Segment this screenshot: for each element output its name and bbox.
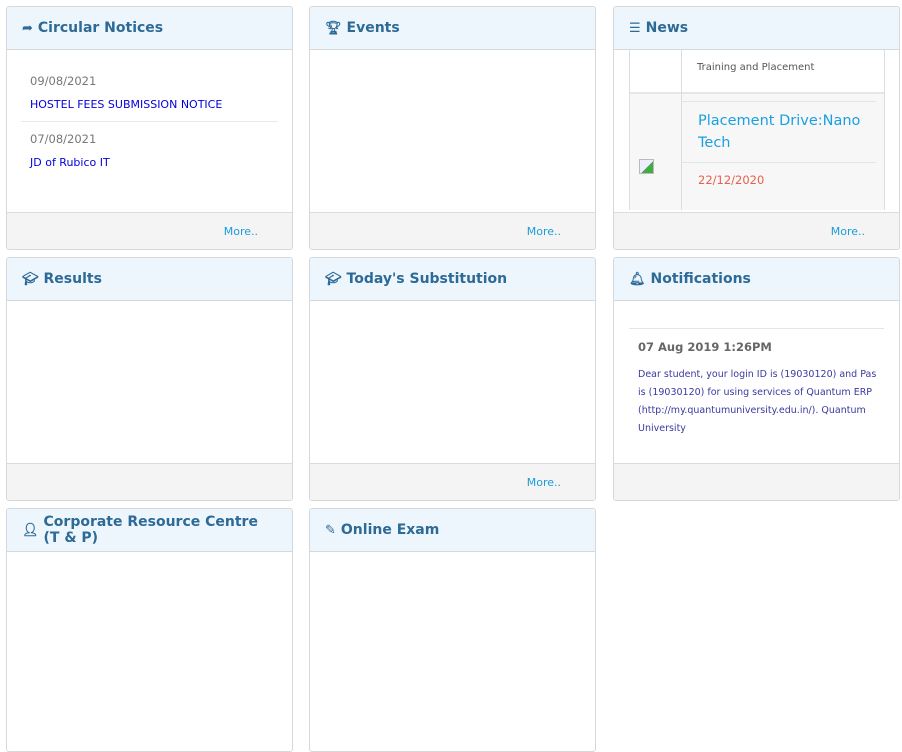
broken-image-icon: [639, 159, 654, 174]
results-panel: 🎓︎ Results: [6, 257, 293, 501]
bell-icon: 🔔︎: [629, 271, 646, 287]
panel-title: Corporate Resource Centre (T & P): [43, 514, 258, 546]
notice-link[interactable]: JD of Rubico IT: [30, 156, 292, 169]
panel-title: Results: [43, 271, 102, 287]
notice-date: 07/08/2021: [30, 132, 97, 146]
more-link[interactable]: More..: [831, 225, 865, 238]
news-title-link[interactable]: Placement Drive:Nano Tech: [698, 110, 873, 154]
notification-date: 07 Aug 2019 1:26PM: [638, 340, 772, 354]
panel-title: Events: [346, 20, 400, 36]
trophy-icon: 🏆︎: [325, 20, 342, 36]
panel-title: Notifications: [650, 271, 751, 287]
notice-link[interactable]: HOSTEL FEES SUBMISSION NOTICE: [30, 98, 292, 111]
more-link[interactable]: More..: [224, 225, 258, 238]
share-icon: ➦: [22, 20, 33, 36]
news-scroll-area[interactable]: Training and Placement Placement Drive:N…: [614, 50, 899, 212]
events-panel: 🏆︎ Events More..: [309, 6, 596, 250]
news-category: Training and Placement: [697, 62, 815, 73]
substitution-panel: 🎓︎ Today's Substitution More..: [309, 257, 596, 501]
more-link[interactable]: More..: [527, 225, 561, 238]
panel-title: News: [645, 20, 689, 36]
notifications-panel: 🔔︎ Notifications 07 Aug 2019 1:26PM Dear …: [613, 257, 900, 501]
user-icon: 👤︎: [22, 522, 39, 538]
panel-title: Online Exam: [340, 522, 440, 538]
graduation-cap-icon: 🎓︎: [325, 271, 342, 287]
panel-title: Circular Notices: [37, 20, 164, 36]
news-date: 22/12/2020: [698, 173, 765, 187]
more-link[interactable]: More..: [527, 476, 561, 489]
edit-icon: ✎: [325, 522, 336, 538]
list-icon: ☰: [629, 20, 641, 36]
online-exam-panel: ✎ Online Exam: [309, 508, 596, 752]
notice-date: 09/08/2021: [30, 74, 97, 88]
news-panel: ☰ News Training and Placement Placement D…: [613, 6, 900, 250]
notification-text: Dear student, your login ID is (19030120…: [638, 369, 877, 434]
panel-title: Today's Substitution: [346, 271, 508, 287]
circular-notices-panel: ➦ Circular Notices 09/08/2021 HOSTEL FEES…: [6, 6, 293, 250]
graduation-cap-icon: 🎓︎: [22, 271, 39, 287]
divider: [21, 121, 278, 122]
corporate-resource-centre-panel: 👤︎ Corporate Resource Centre (T & P): [6, 508, 293, 752]
